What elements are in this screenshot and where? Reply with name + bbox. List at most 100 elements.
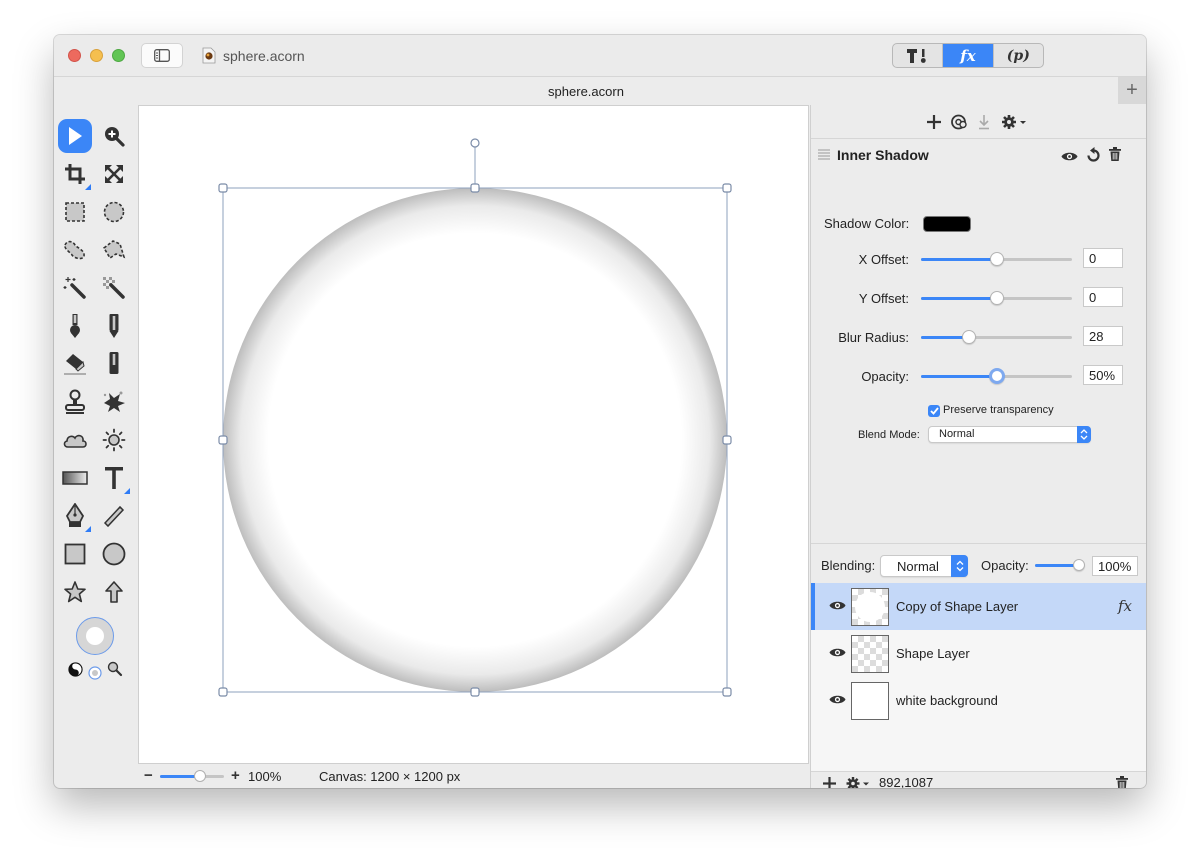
image-canvas[interactable] <box>138 105 809 764</box>
reset-filter-button[interactable] <box>1087 147 1100 165</box>
rotation-handle[interactable] <box>470 138 480 148</box>
resize-handle-left[interactable] <box>218 435 228 445</box>
layer-opacity-field[interactable]: 100% <box>1092 556 1138 576</box>
effects-segment[interactable]: fx <box>942 44 993 67</box>
add-layer-button[interactable] <box>823 777 836 788</box>
layer-blending-select[interactable]: Normal <box>880 555 968 577</box>
eraser-tool[interactable] <box>58 347 92 381</box>
pen-tool[interactable] <box>58 499 92 533</box>
select-tool[interactable] <box>58 119 92 153</box>
zoom-slider-knob[interactable] <box>194 770 206 782</box>
export-filter-button[interactable] <box>978 113 990 131</box>
delete-filter-button[interactable] <box>1109 147 1121 164</box>
brush-color-well[interactable] <box>76 617 114 655</box>
instant-alpha-icon <box>103 277 125 299</box>
pencil-tool[interactable] <box>97 309 131 343</box>
resize-handle-top-left[interactable] <box>218 183 228 193</box>
y-offset-field[interactable]: 0 <box>1083 287 1123 307</box>
slider-knob[interactable] <box>988 368 1005 384</box>
clone-bar-tool[interactable] <box>97 347 131 381</box>
polygon-lasso-tool[interactable] <box>97 233 131 267</box>
blur-radius-field[interactable]: 28 <box>1083 326 1123 346</box>
zoom-tool[interactable] <box>97 119 131 153</box>
sphere-shape[interactable] <box>223 188 727 692</box>
layer-row-shape-layer[interactable]: Shape Layer <box>811 630 1146 677</box>
layer-visibility-toggle[interactable] <box>829 599 846 614</box>
star-tool[interactable] <box>58 575 92 609</box>
opacity-field[interactable]: 50% <box>1083 365 1123 385</box>
resize-handle-bottom-left[interactable] <box>218 687 228 697</box>
blur-radius-slider[interactable] <box>921 330 1072 344</box>
layer-visibility-toggle[interactable] <box>829 693 846 708</box>
preserve-transparency-checkbox[interactable] <box>928 405 940 417</box>
slider-knob[interactable] <box>1073 559 1085 571</box>
zoom-slider[interactable] <box>160 770 224 782</box>
layers-footer: 892,1087 <box>811 771 1146 788</box>
ellipse-tool[interactable] <box>97 537 131 571</box>
layer-visibility-toggle[interactable] <box>829 646 846 661</box>
burn-tool[interactable] <box>97 385 131 419</box>
eyedropper-magnifier-icon[interactable] <box>107 661 123 677</box>
shadow-color-well[interactable] <box>923 216 971 232</box>
cloud-tool[interactable] <box>58 423 92 457</box>
brush-size-icon[interactable] <box>88 666 102 680</box>
toggle-filter-visibility[interactable] <box>1061 150 1078 165</box>
lasso-icon <box>64 240 85 260</box>
title-bar: sphere.acorn fx (p) <box>54 35 1146 77</box>
gradient-tool[interactable] <box>58 461 92 495</box>
arrow-shape-tool[interactable] <box>97 575 131 609</box>
resize-handle-top[interactable] <box>470 183 480 193</box>
resize-handle-bottom[interactable] <box>470 687 480 697</box>
filter-title: Inner Shadow <box>837 147 929 163</box>
layer-settings-menu[interactable] <box>846 776 870 788</box>
properties-segment[interactable]: (p) <box>992 44 1043 67</box>
sidebar-toggle-button[interactable] <box>141 43 183 68</box>
filter-settings-menu[interactable] <box>1001 113 1027 131</box>
instant-alpha-tool[interactable] <box>97 271 131 305</box>
slider-knob[interactable] <box>989 291 1004 305</box>
layer-opacity-slider[interactable] <box>1035 559 1085 571</box>
line-tool[interactable] <box>97 499 131 533</box>
filter-presets-button[interactable] <box>951 113 968 131</box>
delete-layer-button[interactable] <box>1116 776 1128 788</box>
zoom-in-button[interactable]: + <box>231 767 240 784</box>
new-tab-button[interactable]: + <box>1118 77 1146 104</box>
close-window-button[interactable] <box>68 49 81 62</box>
layer-effects-badge[interactable]: fx <box>1118 597 1132 615</box>
add-filter-button[interactable] <box>927 113 941 131</box>
layer-row-copy-of-shape-layer[interactable]: Copy of Shape Layer fx <box>811 583 1146 630</box>
ellipse-select-tool[interactable] <box>97 195 131 229</box>
x-offset-field[interactable]: 0 <box>1083 248 1123 268</box>
rect-select-tool[interactable] <box>58 195 92 229</box>
slider-knob[interactable] <box>989 252 1004 266</box>
filter-header-inner-shadow: Inner Shadow <box>811 141 1146 169</box>
rectangle-tool[interactable] <box>58 537 92 571</box>
lasso-tool[interactable] <box>58 233 92 267</box>
brightness-tool[interactable] <box>97 423 131 457</box>
transform-tool[interactable] <box>97 157 131 191</box>
brush-tool[interactable] <box>58 309 92 343</box>
stamp-tool[interactable] <box>58 385 92 419</box>
magic-wand-tool[interactable] <box>58 271 92 305</box>
swap-colors-icon[interactable] <box>68 662 83 677</box>
crop-tool[interactable] <box>58 157 92 191</box>
resize-handle-bottom-right[interactable] <box>722 687 732 697</box>
layer-thumbnail <box>851 588 889 626</box>
tools-segment[interactable] <box>893 44 942 67</box>
zoom-out-button[interactable]: − <box>144 767 153 784</box>
x-offset-slider[interactable] <box>921 252 1072 266</box>
resize-handle-right[interactable] <box>722 435 732 445</box>
minimize-window-button[interactable] <box>90 49 103 62</box>
layers-list: Copy of Shape Layer fx Shape Layer white… <box>811 583 1146 771</box>
opacity-slider[interactable] <box>921 368 1072 384</box>
resize-handle-top-right[interactable] <box>722 183 732 193</box>
text-tool[interactable] <box>97 461 131 495</box>
drag-handle-icon[interactable] <box>818 149 830 160</box>
zoom-window-button[interactable] <box>112 49 125 62</box>
slider-knob[interactable] <box>962 330 977 344</box>
y-offset-slider[interactable] <box>921 291 1072 305</box>
layer-row-white-background[interactable]: white background <box>811 677 1146 724</box>
slider-fill <box>921 375 997 378</box>
blend-mode-select[interactable]: Normal <box>928 426 1091 443</box>
document-tab[interactable]: sphere.acorn <box>54 84 1118 99</box>
